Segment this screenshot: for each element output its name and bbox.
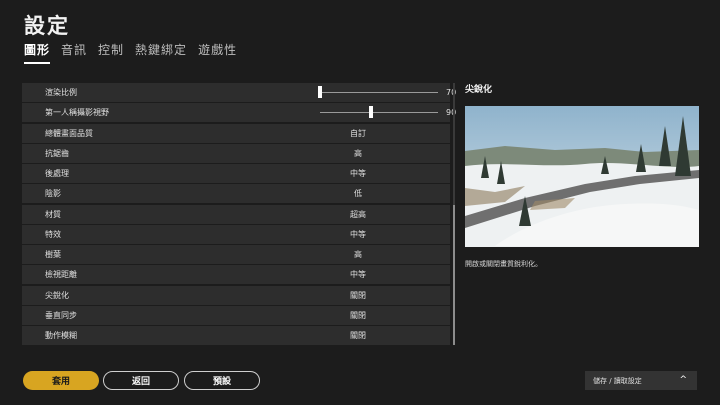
apply-button[interactable]: 套用 bbox=[23, 371, 99, 390]
chevron-up-icon: ^ bbox=[679, 375, 687, 385]
slider-thumb[interactable] bbox=[368, 106, 373, 119]
fov-slider[interactable] bbox=[320, 106, 438, 119]
slider-thumb[interactable] bbox=[318, 86, 322, 98]
setting-row[interactable]: 後處理 中等 bbox=[22, 164, 450, 183]
tab-controls[interactable]: 控制 bbox=[98, 41, 124, 64]
setting-label: 總體畫面品質 bbox=[45, 128, 93, 138]
setting-row[interactable]: 特效 中等 bbox=[22, 224, 450, 244]
setting-label: 材質 bbox=[45, 209, 61, 219]
tab-audio[interactable]: 音訊 bbox=[61, 41, 87, 64]
setting-row[interactable]: 陰影低 bbox=[22, 184, 450, 204]
tab-gameplay[interactable]: 遊戲性 bbox=[198, 41, 237, 64]
setting-label: 垂直同步 bbox=[45, 310, 77, 320]
render-scale-slider[interactable] bbox=[318, 86, 438, 98]
setting-label: 檢視距離 bbox=[45, 270, 77, 280]
setting-label: 抗鋸齒 bbox=[45, 148, 69, 158]
tab-graphics[interactable]: 圖形 bbox=[24, 41, 51, 64]
setting-row[interactable]: 樹葉高 bbox=[22, 245, 450, 264]
page-title: 設定 bbox=[24, 14, 70, 38]
setting-label: 特效 bbox=[45, 229, 61, 239]
detail-title: 尖銳化 bbox=[465, 85, 493, 95]
setting-row[interactable]: 總體畫面品質 自訂 bbox=[22, 123, 450, 143]
setting-label: 渲染比例 bbox=[45, 88, 77, 97]
setting-label: 樹葉 bbox=[45, 250, 61, 259]
setting-label: 後處理 bbox=[45, 169, 69, 178]
setting-label: 動作模糊 bbox=[45, 331, 77, 340]
setting-label: 尖銳化 bbox=[45, 290, 69, 300]
save-load-label: 儲存 / 讀取設定 bbox=[593, 376, 642, 385]
back-button[interactable]: 返回 bbox=[103, 371, 179, 390]
setting-row[interactable]: 抗鋸齒高 bbox=[22, 143, 450, 163]
preset-button[interactable]: 預設 bbox=[184, 371, 260, 390]
save-load-settings-button[interactable]: 儲存 / 讀取設定 ^ bbox=[585, 371, 697, 390]
scrollbar-thumb[interactable] bbox=[453, 205, 455, 345]
tab-keybindings[interactable]: 熱鍵綁定 bbox=[135, 41, 187, 64]
setting-row[interactable]: 檢視距離 中等 bbox=[22, 265, 450, 285]
setting-row[interactable]: 動作模糊 關閉 bbox=[22, 326, 450, 345]
setting-row[interactable]: 尖銳化 關閉 bbox=[22, 285, 450, 305]
setting-row-fpp-fov: 第一人稱攝影視野 90 bbox=[22, 103, 456, 123]
setting-row[interactable]: 垂直同步 關閉 bbox=[22, 305, 450, 325]
preview-image bbox=[465, 106, 699, 247]
detail-description: 開啟或關閉畫質銳利化。 bbox=[465, 260, 542, 268]
setting-row-render-scale: 渲染比例 70 bbox=[22, 83, 456, 102]
setting-label: 陰影 bbox=[45, 189, 61, 199]
settings-list: 渲染比例 70 第一人稱攝影視野 90 總體畫面品質 自訂 抗鋸齒高後處理 中等 陰影低… bbox=[22, 83, 456, 346]
setting-row[interactable]: 材質 超高 bbox=[22, 204, 450, 224]
settings-tabs: 圖形 音訊 控制 熱鍵綁定 遊戲性 bbox=[24, 41, 237, 64]
setting-label: 第一人稱攝影視野 bbox=[45, 108, 109, 118]
